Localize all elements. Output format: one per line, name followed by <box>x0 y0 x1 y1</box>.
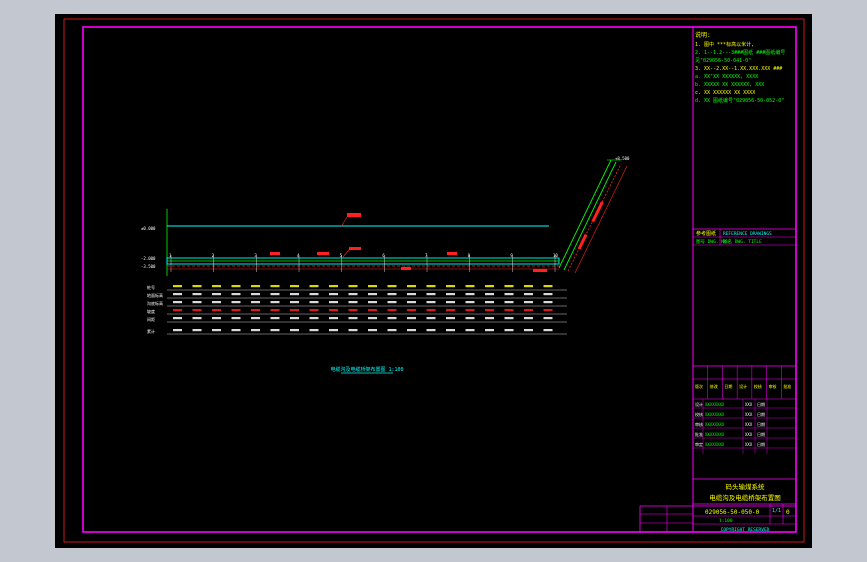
reference-col-title: 图名 DWG. TITLE <box>723 238 762 245</box>
svg-text:+8.500: +8.500 <box>615 156 630 161</box>
staff-cell: 日期 <box>757 411 765 417</box>
staff-cell: 设计 <box>695 401 703 407</box>
station-label: 8 <box>468 253 471 258</box>
note-line: 1. 图中 ***标高以米计, <box>695 41 754 48</box>
sheet-number: 1/1 <box>772 508 781 514</box>
drawing-number: 029056-50-050-0 <box>705 509 760 516</box>
note-line: a. XX"XX XXXXXX, XXXX <box>695 74 758 80</box>
reference-title-cn: 参考图纸 <box>696 230 716 237</box>
note-line: c. XX XXXXXX XX XXXX <box>695 90 755 96</box>
revision-header-cell: 审核 <box>769 383 777 389</box>
note-line: 见"029056-50-041-0" <box>695 58 751 64</box>
reference-block: 参考图纸 REFERENCE DRAWINGS 图号 DWG. No. 图名 D… <box>693 228 796 246</box>
staff-rows: 设计 XXXXXXXX XXX 日期校核 XXXXXXXX XXX 日期审核 XXXXXXXX… <box>693 399 796 454</box>
station-label: 4 <box>297 253 300 258</box>
drawing-title: 电缆沟及电缆桥架布置图 <box>709 493 781 502</box>
level-tag: ±0.000 <box>141 226 156 231</box>
staff-cell: 日期 <box>757 431 765 437</box>
notes-list: 1. 图中 ***标高以米计,2. 1--1.2---3###图纸 ###图纸编… <box>695 41 785 104</box>
staff-cell: XXXXXXXX <box>705 432 725 437</box>
revision-header-cell: 版次 <box>695 383 703 389</box>
notes-heading: 说明: <box>695 31 711 39</box>
station-label: 10 <box>553 253 558 258</box>
row-label: 累计 <box>147 328 155 334</box>
station-label: 5 <box>340 253 343 258</box>
note-line: 2. 1--1.2---3###图纸 ###图纸编号 <box>695 49 785 56</box>
staff-cell: XXXXXXXX <box>705 412 725 417</box>
level-tag: -3.500 <box>141 264 156 269</box>
title-block: 码头输煤系统 电缆沟及电缆桥架布置图 029056-50-050-0 1/1 0… <box>639 478 796 533</box>
staff-cell: XXXXXXXX <box>705 442 725 447</box>
staff-cell: XXXXXXXX <box>705 422 725 427</box>
station-label: 6 <box>382 253 385 258</box>
drawing-caption: 电缆沟及电缆桥架布置图 1:100 <box>330 366 403 373</box>
cad-canvas: 说明: 1. 图中 ***标高以米计,2. 1--1.2---3###图纸 ##… <box>63 18 805 543</box>
note-line: d. XX 图纸编号"029056-50-052-0" <box>695 97 784 104</box>
staff-cell: XXX <box>745 442 753 447</box>
revision-header-cell: 修改 <box>710 383 718 389</box>
staff-cell: 批准 <box>695 431 703 437</box>
scale-value: 1:100 <box>719 518 733 524</box>
inner-border <box>82 26 797 533</box>
staff-cell: 校核 <box>695 411 703 417</box>
drawing-sheet: 说明: 1. 图中 ***标高以米计, 2. 1--1.2---3###图纸 ##… <box>55 14 812 548</box>
staff-cell: 日期 <box>757 401 765 407</box>
elevation-profile: ±0.000 -2.000 -3.500 1 2 3 4 5 6 7 8 9 10 +8.500 <box>141 156 630 276</box>
station-label: 3 <box>254 253 257 258</box>
revision-header-cell: 设计 <box>739 383 747 389</box>
row-label: 桩号 <box>147 284 155 290</box>
copyright-text: COPYRIGHT RESERVED <box>721 527 770 533</box>
revision-header-cell: 校核 <box>754 383 762 389</box>
row-label: 沟底标高 <box>147 300 163 306</box>
staff-cell: XXX <box>745 412 753 417</box>
staff-cell: 日期 <box>757 421 765 427</box>
station-label: 1 <box>169 253 172 258</box>
note-line: 3. XX--2.XX--1.XX.XXX.XXX ### <box>695 66 782 72</box>
revision-header-cell: 批准 <box>783 383 791 389</box>
station-label: 9 <box>510 253 513 258</box>
staff-cell: 日期 <box>757 441 765 447</box>
staff-cell: XXX <box>745 432 753 437</box>
revision-number: 0 <box>786 509 790 516</box>
inclined-gallery: +8.500 <box>558 156 630 274</box>
reference-title-en: REFERENCE DRAWINGS <box>723 231 772 237</box>
staff-cell: XXXXXXXX <box>705 402 725 407</box>
level-tag: -2.000 <box>141 256 156 261</box>
note-line: b. XXXXX XX XXXXXX, XXX <box>695 82 764 88</box>
revision-block: 版次 修改 日期 设计 校核 审核 批准 <box>693 365 796 400</box>
row-label: 间距 <box>147 316 155 322</box>
row-label: 地面标高 <box>147 292 163 298</box>
profile-data-table: 桩号地面标高沟底标高坡度间距累计 <box>147 284 567 335</box>
revision-header-cell: 日期 <box>724 383 732 389</box>
staff-cell: XXX <box>745 402 753 407</box>
staff-cell: 审定 <box>695 441 703 447</box>
station-label: 7 <box>425 253 428 258</box>
staff-cell: 审核 <box>695 421 703 427</box>
row-label: 坡度 <box>147 308 155 314</box>
project-name: 码头输煤系统 <box>726 482 766 491</box>
station-label: 2 <box>212 253 215 258</box>
staff-cell: XXX <box>745 422 753 427</box>
